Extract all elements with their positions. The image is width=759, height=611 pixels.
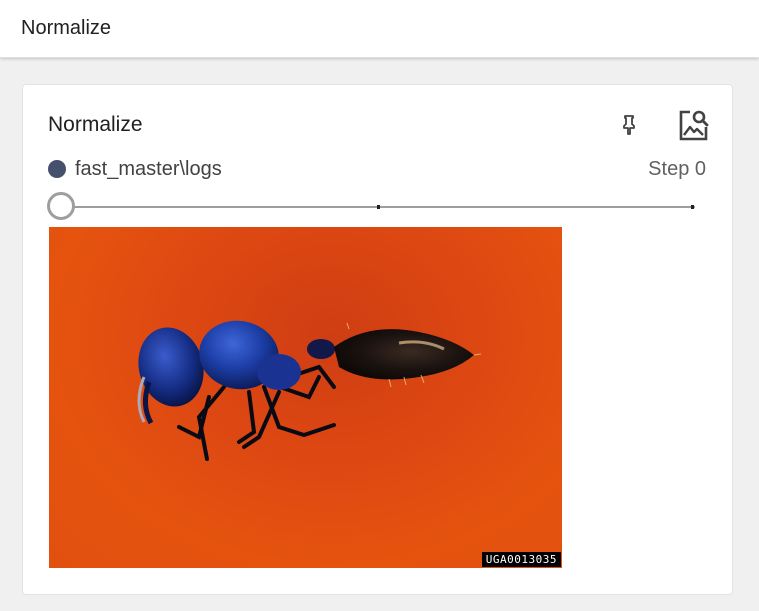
image-card: Normalize fast_master\logs Step 0 UGA001… [22,84,733,595]
top-bar: Normalize [0,0,759,58]
run-name: fast_master\logs [75,158,222,180]
image-zoom-button[interactable] [675,107,711,143]
pin-icon [623,115,635,135]
run-color-dot [48,160,66,178]
run-indicator: fast_master\logs [48,157,222,181]
card-title: Normalize [48,113,143,136]
sample-image: UGA0013035 [49,227,562,568]
image-watermark: UGA0013035 [481,552,561,567]
slider-tick [691,205,694,209]
pin-button[interactable] [611,107,647,143]
slider-tick [377,205,380,209]
step-slider[interactable] [47,190,695,224]
slider-thumb[interactable] [47,192,75,220]
ant-illustration [137,320,482,461]
step-label: Step 0 [648,158,706,180]
image-search-icon [679,110,709,141]
page-title: Normalize [21,17,112,39]
